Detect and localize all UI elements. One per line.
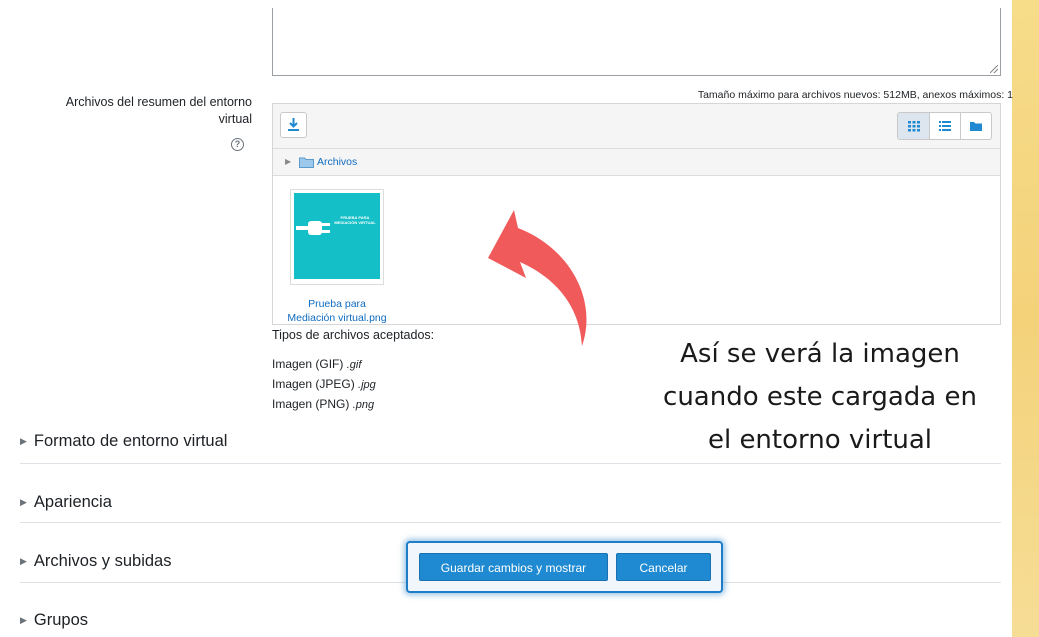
save-and-display-button[interactable]: Guardar cambios y mostrar xyxy=(419,553,608,581)
form-button-bar: Guardar cambios y mostrar Cancelar xyxy=(406,541,723,593)
accepted-type-png: Imagen (PNG) .png xyxy=(272,397,375,411)
max-size-info: Tamaño máximo para archivos nuevos: 512M… xyxy=(697,89,1013,101)
file-manager: ▶ Archivos PRUEBA PARA MEDIACIÓN VIRTUAL… xyxy=(272,103,1001,325)
resize-handle-icon[interactable] xyxy=(990,65,998,73)
file-thumbnail-image: PRUEBA PARA MEDIACIÓN VIRTUAL xyxy=(294,193,380,279)
divider xyxy=(20,463,1001,464)
file-thumbnail[interactable]: PRUEBA PARA MEDIACIÓN VIRTUAL xyxy=(290,189,384,285)
list-view-icon[interactable] xyxy=(929,113,960,139)
file-manager-path: ▶ Archivos xyxy=(273,149,1000,176)
section-grupos[interactable]: ▶ Grupos xyxy=(20,611,1001,630)
decorative-side-strip xyxy=(1012,0,1039,637)
cancel-button[interactable]: Cancelar xyxy=(616,553,711,581)
accepted-types-title: Tipos de archivos aceptados: xyxy=(272,328,435,342)
folder-view-icon[interactable] xyxy=(960,113,991,139)
grid-view-icon[interactable] xyxy=(898,113,929,139)
path-archivos-link[interactable]: Archivos xyxy=(317,149,357,175)
file-name-line2: Mediación virtual.png xyxy=(287,312,387,324)
curved-arrow-icon xyxy=(488,210,587,346)
accepted-type-jpeg: Imagen (JPEG) .jpg xyxy=(272,377,376,391)
expand-arrow-icon[interactable]: ▶ xyxy=(285,149,291,175)
add-file-button[interactable] xyxy=(280,112,307,138)
folder-icon xyxy=(299,157,314,168)
section-apariencia[interactable]: ▶ Apariencia xyxy=(20,493,1001,512)
plug-icon xyxy=(296,221,330,235)
view-switcher xyxy=(897,112,992,140)
caret-right-icon: ▶ xyxy=(20,497,27,507)
summary-textarea[interactable] xyxy=(272,8,1001,76)
divider xyxy=(20,522,1001,523)
file-name-link[interactable]: Prueba para Mediación virtual.png xyxy=(273,297,401,324)
caret-right-icon: ▶ xyxy=(20,615,27,625)
thumbnail-caption: PRUEBA PARA MEDIACIÓN VIRTUAL xyxy=(334,215,376,225)
question-circle-icon[interactable]: ? xyxy=(231,138,244,151)
caret-right-icon: ▶ xyxy=(20,436,27,446)
file-name-line1: Prueba para xyxy=(308,298,366,310)
field-label: Archivos del resumen del entorno virtual xyxy=(65,95,252,126)
download-icon xyxy=(288,118,299,131)
annotation-text: Así se verá la imagen cuando este cargad… xyxy=(663,339,977,455)
file-manager-toolbar xyxy=(273,104,1000,149)
accepted-type-gif: Imagen (GIF) .gif xyxy=(272,357,362,371)
caret-right-icon: ▶ xyxy=(20,556,27,566)
